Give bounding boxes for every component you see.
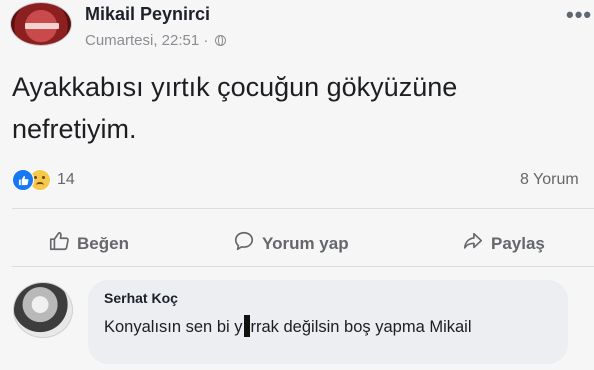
post-text: Ayakkabısı yırtık çocuğun gökyüzüne nefr… — [12, 72, 458, 144]
comments-count[interactable]: 8 Yorum — [520, 171, 579, 189]
comment-bubble-icon — [233, 230, 255, 257]
reaction-count: 14 — [57, 171, 75, 188]
commenter-avatar[interactable] — [13, 282, 73, 338]
globe-icon — [215, 35, 227, 46]
censor-bar — [243, 315, 250, 337]
reaction-summary[interactable]: 14 — [12, 169, 75, 191]
like-label: Beğen — [77, 233, 129, 253]
divider — [12, 266, 594, 267]
comment-label: Yorum yap — [262, 233, 349, 253]
like-reaction-icon — [12, 169, 34, 191]
comment-text-start: Konyalısın sen bi y — [104, 318, 243, 336]
like-button[interactable]: Beğen — [48, 230, 129, 257]
share-label: Paylaş — [491, 233, 545, 253]
divider — [12, 208, 594, 209]
comment-author-name[interactable]: Serhat Koç — [104, 290, 178, 306]
post-timestamp[interactable]: Cumartesi, 22:51 · — [85, 32, 208, 49]
share-arrow-icon — [462, 230, 484, 257]
post-meta: Cumartesi, 22:51 · — [85, 32, 227, 49]
thumbs-up-icon — [48, 230, 70, 257]
comment-button[interactable]: Yorum yap — [233, 230, 349, 257]
share-button[interactable]: Paylaş — [462, 230, 545, 257]
comment-text: Konyalısın sen bi y rrak değilsin boş yap… — [104, 315, 554, 339]
post-author-name[interactable]: Mikail Peynirci — [85, 4, 210, 25]
author-avatar[interactable] — [10, 2, 72, 46]
more-options-icon[interactable]: ••• — [566, 2, 592, 28]
comment-text-end: rrak değilsin boş yapma Mikail — [250, 318, 472, 336]
